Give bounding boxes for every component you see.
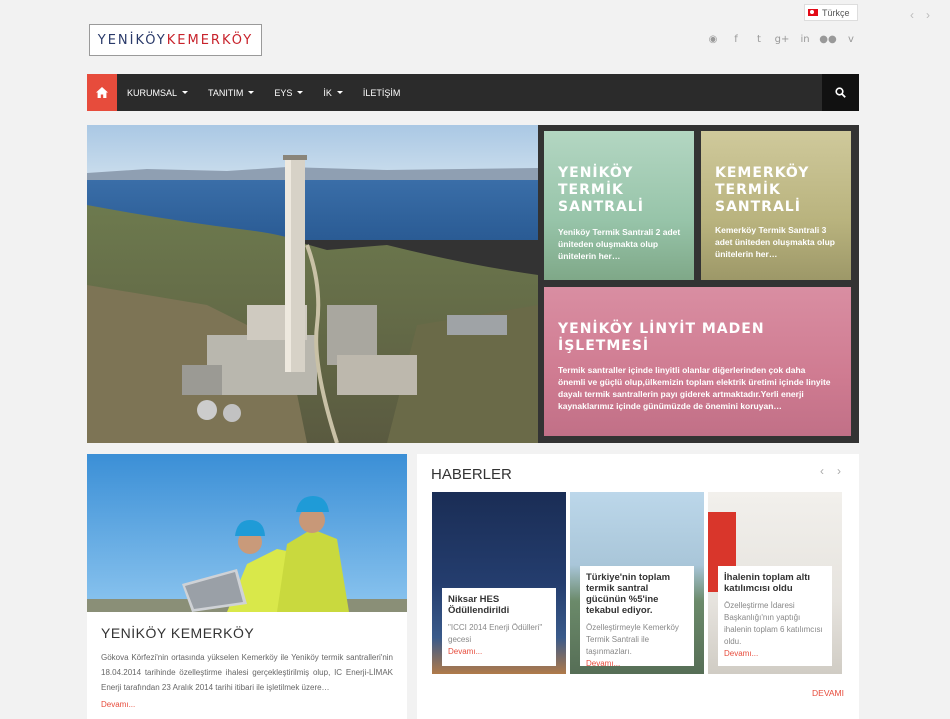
nav-label: KURUMSAL	[127, 87, 178, 98]
about-text: Gökova Körfezi'nin ortasında yükselen Ke…	[101, 653, 393, 692]
google-plus-icon[interactable]: g+	[774, 32, 790, 46]
news-section: HABERLER ‹ › Niksar HES Ödüllendirildi "…	[417, 454, 859, 719]
tile-text: Termik santraller içinde linyitli olanla…	[558, 365, 831, 411]
tile-title: YENİKÖY LİNYİT MADEN İŞLETMESİ	[558, 321, 765, 354]
turkey-flag-icon	[808, 9, 818, 16]
tile-title: YENİKÖY TERMİK SANTRALİ	[558, 165, 644, 215]
facebook-icon[interactable]: f	[728, 32, 744, 46]
nav-item-ik[interactable]: İK	[313, 74, 353, 111]
news-text: Özelleştirmeyle Kemerköy Termik Santrali…	[586, 623, 679, 656]
about-more-link[interactable]: Devamı...	[101, 700, 393, 709]
nav-item-iletisim[interactable]: İLETİŞİM	[353, 74, 411, 111]
news-box: Niksar HES Ödüllendirildi "ICCI 2014 Ene…	[442, 588, 556, 666]
home-icon	[96, 87, 108, 98]
twitter-icon[interactable]: t	[751, 32, 767, 46]
logo-part-2: KEMERKÖY	[166, 32, 254, 48]
tile-text: Kemerköy Termik Santrali 3 adet üniteden…	[715, 225, 835, 259]
news-prev-arrow-icon[interactable]: ‹	[820, 464, 824, 478]
logo-part-1: YENİKÖY	[97, 32, 167, 48]
news-title: Türkiye'nin toplam termik santral gücünü…	[586, 572, 671, 616]
rss-icon[interactable]: ◉	[705, 32, 721, 46]
nav-label: İLETİŞİM	[362, 87, 401, 98]
news-item[interactable]: Niksar HES Ödüllendirildi "ICCI 2014 Ene…	[432, 492, 566, 674]
nav-item-eys[interactable]: EYS	[264, 74, 313, 111]
caret-down-icon	[182, 91, 189, 94]
news-title: Niksar HES Ödüllendirildi	[448, 594, 510, 616]
nav-label: EYS	[274, 87, 293, 98]
caret-down-icon	[297, 91, 304, 94]
about-title: YENİKÖY KEMERKÖY	[101, 625, 255, 641]
news-item[interactable]: İhalenin toplam altı katılımcısı oldu Öz…	[708, 492, 842, 674]
news-more-link[interactable]: Devamı...	[586, 659, 688, 668]
tile-title: KEMERKÖY TERMİK SANTRALİ	[715, 165, 810, 215]
search-icon	[835, 87, 846, 98]
language-label: Türkçe	[822, 7, 850, 18]
news-text: Özelleştirme İdaresi Başkanlığı'nın yapt…	[724, 601, 823, 646]
top-prev-arrow-icon[interactable]: ‹	[910, 8, 914, 22]
about-card: YENİKÖY KEMERKÖY Gökova Körfezi'nin orta…	[87, 454, 407, 719]
power-plant-photo[interactable]	[87, 125, 538, 443]
vimeo-icon[interactable]: v	[843, 32, 859, 46]
caret-down-icon	[336, 91, 343, 94]
social-links: ◉ f t g+ in ●● v	[705, 32, 859, 46]
linkedin-icon[interactable]: in	[797, 32, 813, 46]
news-more-link[interactable]: Devamı...	[448, 647, 550, 656]
main-navigation: KURUMSAL TANITIM EYS İK İLETİŞİM	[87, 74, 859, 111]
language-selector[interactable]: Türkçe	[804, 4, 858, 21]
news-all-link[interactable]: DEVAMI	[812, 688, 844, 698]
nav-label: İK	[323, 87, 332, 98]
news-text: "ICCI 2014 Enerji Ödülleri" gecesi	[448, 623, 543, 644]
site-logo[interactable]: YENİKÖY KEMERKÖY	[89, 24, 262, 56]
news-item[interactable]: Türkiye'nin toplam termik santral gücünü…	[570, 492, 704, 674]
search-button[interactable]	[822, 74, 859, 111]
news-heading: HABERLER	[431, 466, 512, 483]
news-next-arrow-icon[interactable]: ›	[837, 464, 841, 478]
flickr-icon[interactable]: ●●	[819, 32, 836, 46]
news-title: İhalenin toplam altı katılımcısı oldu	[724, 572, 811, 594]
workers-photo[interactable]	[87, 454, 407, 612]
top-next-arrow-icon[interactable]: ›	[926, 8, 930, 22]
nav-item-kurumsal[interactable]: KURUMSAL	[117, 74, 198, 111]
tile-text: Yeniköy Termik Santrali 2 adet üniteden …	[558, 227, 681, 261]
home-button[interactable]	[87, 74, 117, 111]
news-box: Türkiye'nin toplam termik santral gücünü…	[580, 566, 694, 668]
tile-linyit-maden[interactable]: YENİKÖY LİNYİT MADEN İŞLETMESİ Termik sa…	[544, 287, 851, 436]
nav-item-tanitim[interactable]: TANITIM	[198, 74, 264, 111]
news-more-link[interactable]: Devamı...	[724, 649, 826, 658]
news-box: İhalenin toplam altı katılımcısı oldu Öz…	[718, 566, 832, 666]
caret-down-icon	[248, 91, 255, 94]
nav-label: TANITIM	[208, 87, 244, 98]
tile-yenikoy-termik[interactable]: YENİKÖY TERMİK SANTRALİ Yeniköy Termik S…	[544, 131, 694, 280]
top-slider-arrows: ‹ ›	[910, 8, 930, 22]
tile-kemerkoy-termik[interactable]: KEMERKÖY TERMİK SANTRALİ Kemerköy Termik…	[701, 131, 851, 280]
